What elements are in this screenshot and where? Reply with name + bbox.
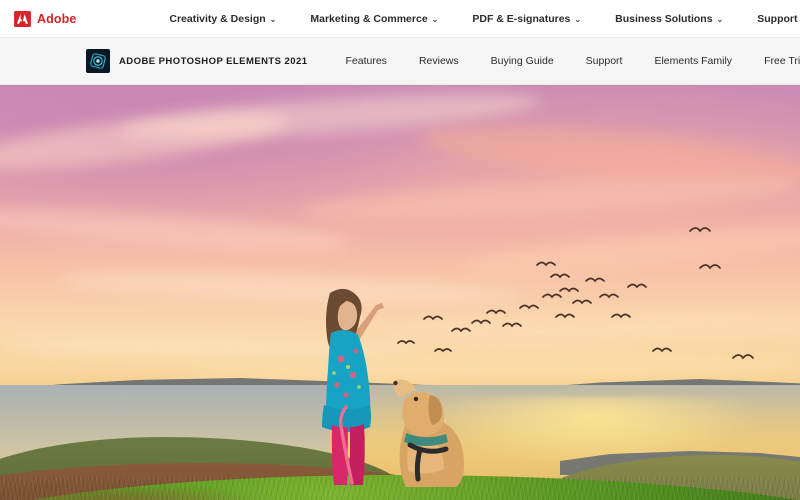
adobe-wordmark: Adobe — [37, 11, 77, 26]
product-navigation-bar: ADOBE PHOTOSHOP ELEMENTS 2021 Features R… — [0, 38, 800, 85]
nav-item-creativity-design[interactable]: Creativity & Design ⌄ — [152, 13, 293, 25]
product-nav-item-elements-family[interactable]: Elements Family — [638, 55, 748, 67]
product-nav-items: Features Reviews Buying Guide Support El… — [330, 49, 800, 73]
product-nav-item-support[interactable]: Support — [570, 55, 639, 67]
nav-item-label: Support — [757, 12, 798, 25]
adobe-logo-icon — [14, 10, 31, 27]
nav-item-label: PDF & E-signatures — [472, 12, 571, 25]
girl-figure — [322, 288, 384, 485]
adobe-logo[interactable]: Adobe — [0, 10, 77, 27]
chevron-down-icon: ⌄ — [574, 15, 582, 24]
product-nav-item-buying-guide[interactable]: Buying Guide — [475, 55, 570, 67]
product-brand[interactable]: ADOBE PHOTOSHOP ELEMENTS 2021 — [0, 49, 308, 73]
chevron-down-icon: ⌄ — [431, 15, 439, 24]
global-navigation-bar: Adobe Creativity & Design ⌄ Marketing & … — [0, 0, 800, 38]
product-nav-item-features[interactable]: Features — [330, 55, 403, 67]
adobe-photoshop-elements-page: Adobe Creativity & Design ⌄ Marketing & … — [0, 0, 800, 500]
photoshop-elements-logo-icon — [86, 49, 110, 73]
nav-item-label: Creativity & Design — [169, 12, 266, 25]
global-nav-items: Creativity & Design ⌄ Marketing & Commer… — [152, 13, 800, 25]
product-nav-item-reviews[interactable]: Reviews — [403, 55, 475, 67]
nav-item-business-solutions[interactable]: Business Solutions ⌄ — [598, 13, 740, 25]
dog-figure — [393, 379, 464, 487]
nav-item-pdf-esignatures[interactable]: PDF & E-signatures ⌄ — [455, 13, 598, 25]
nav-item-marketing-commerce[interactable]: Marketing & Commerce ⌄ — [293, 13, 455, 25]
nav-item-label: Business Solutions — [615, 12, 713, 25]
nav-item-support[interactable]: Support ⌄ — [740, 13, 800, 25]
product-nav-item-free-trial[interactable]: Free Trial — [748, 55, 800, 67]
chevron-down-icon: ⌄ — [716, 15, 724, 24]
product-title: ADOBE PHOTOSHOP ELEMENTS 2021 — [119, 55, 308, 67]
hero-banner: Intelligent editing. Flawless photos. Co… — [0, 85, 800, 500]
chevron-down-icon: ⌄ — [269, 15, 277, 24]
nav-item-label: Marketing & Commerce — [310, 12, 428, 25]
